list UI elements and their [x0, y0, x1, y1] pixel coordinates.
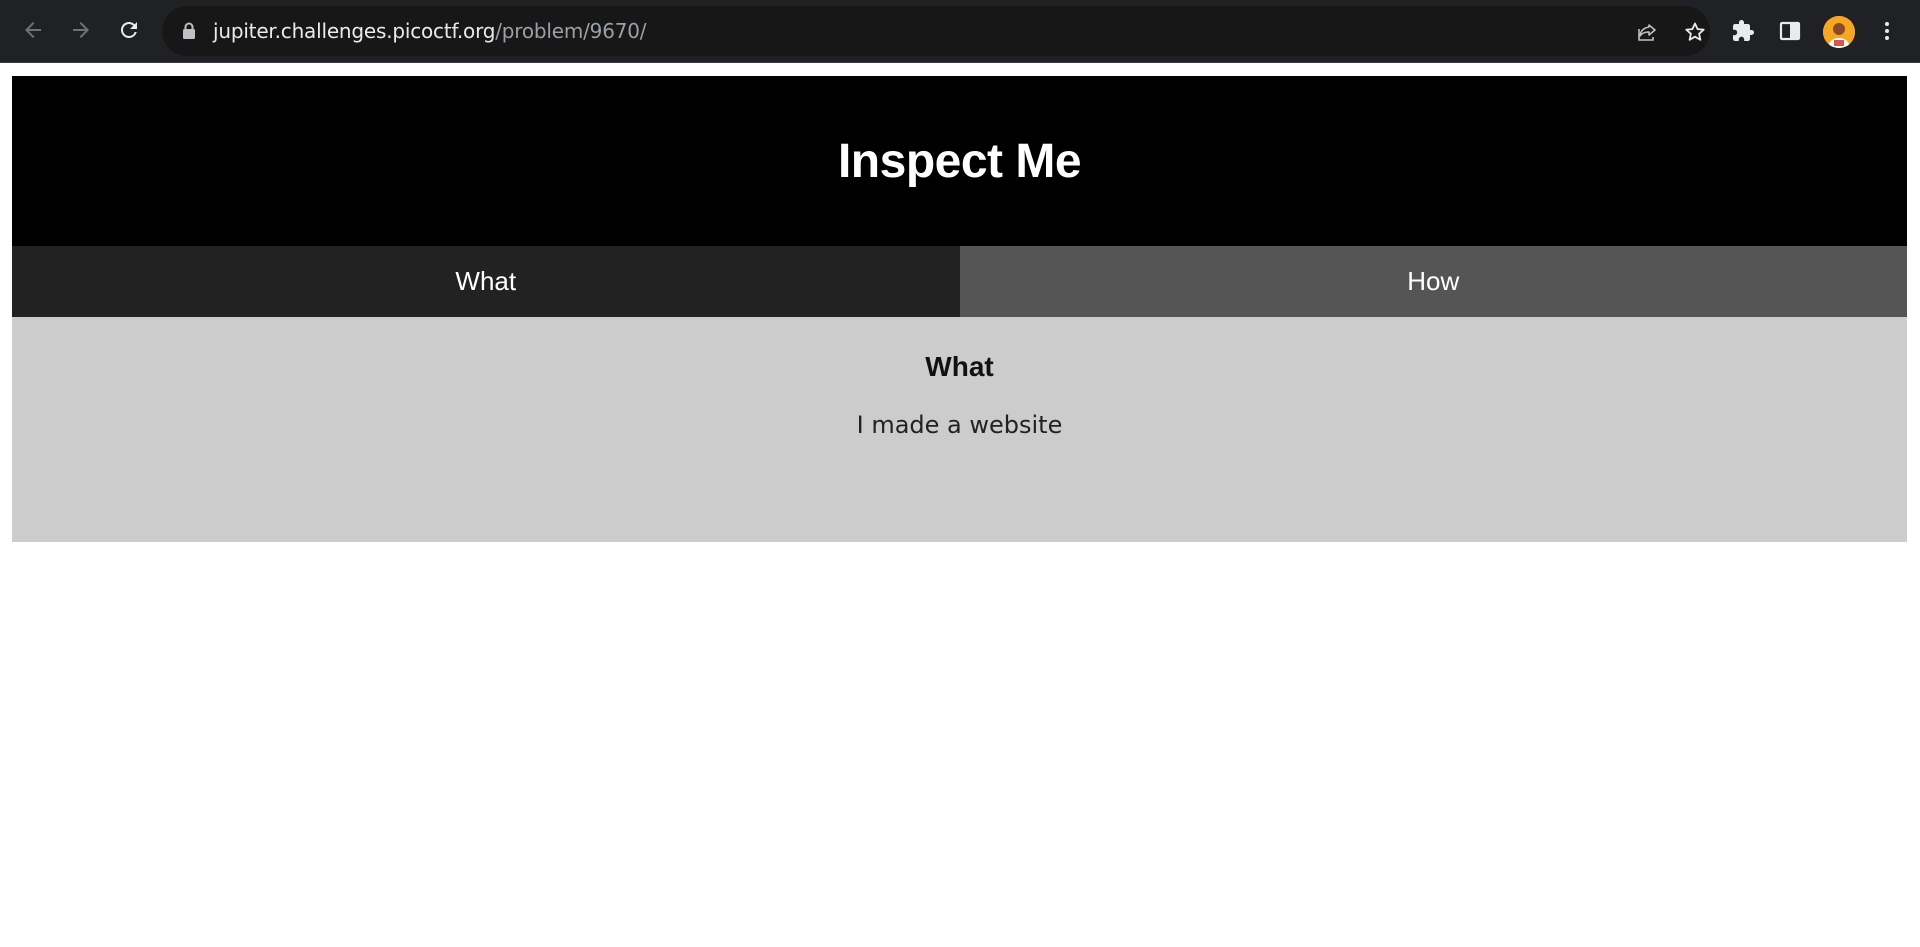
- page-container: Inspect Me What How What I made a websit…: [12, 76, 1907, 542]
- kebab-menu-icon: [1885, 22, 1889, 40]
- tab-how[interactable]: How: [959, 246, 1907, 317]
- browser-toolbar: jupiter.challenges.picoctf.org/problem/9…: [0, 0, 1920, 63]
- site-header: Inspect Me: [12, 76, 1907, 246]
- bookmark-button[interactable]: [1682, 19, 1708, 45]
- content-heading: What: [925, 351, 994, 382]
- url-text[interactable]: jupiter.challenges.picoctf.org/problem/9…: [213, 19, 647, 43]
- page-title: Inspect Me: [837, 134, 1082, 188]
- content-text: I made a website: [856, 411, 1063, 439]
- extensions-button[interactable]: [1727, 13, 1759, 49]
- url-path: /problem/9670/: [495, 19, 647, 43]
- forward-button[interactable]: [62, 11, 100, 49]
- side-panel-button[interactable]: [1774, 13, 1806, 49]
- back-button[interactable]: [14, 11, 52, 49]
- tab-what[interactable]: What: [12, 246, 960, 317]
- chrome-menu-button[interactable]: [1871, 13, 1903, 49]
- lock-icon[interactable]: [181, 22, 197, 40]
- address-bar[interactable]: jupiter.challenges.picoctf.org/problem/9…: [162, 6, 1710, 56]
- share-icon: [1638, 24, 1656, 41]
- back-arrow-icon: [25, 22, 41, 38]
- reload-button[interactable]: [110, 11, 148, 49]
- url-host: jupiter.challenges.picoctf.org: [213, 19, 496, 43]
- avatar-image: [1823, 16, 1855, 48]
- puzzle-icon: [1733, 20, 1754, 41]
- share-button[interactable]: [1634, 19, 1660, 45]
- side-panel-icon: [1779, 21, 1801, 41]
- star-icon: [1685, 22, 1705, 41]
- forward-arrow-icon: [73, 22, 89, 38]
- profile-avatar[interactable]: [1823, 16, 1855, 48]
- reload-icon: [121, 22, 137, 38]
- tab-bar: What How: [12, 246, 1907, 317]
- tab-content-panel: What I made a website: [12, 317, 1907, 542]
